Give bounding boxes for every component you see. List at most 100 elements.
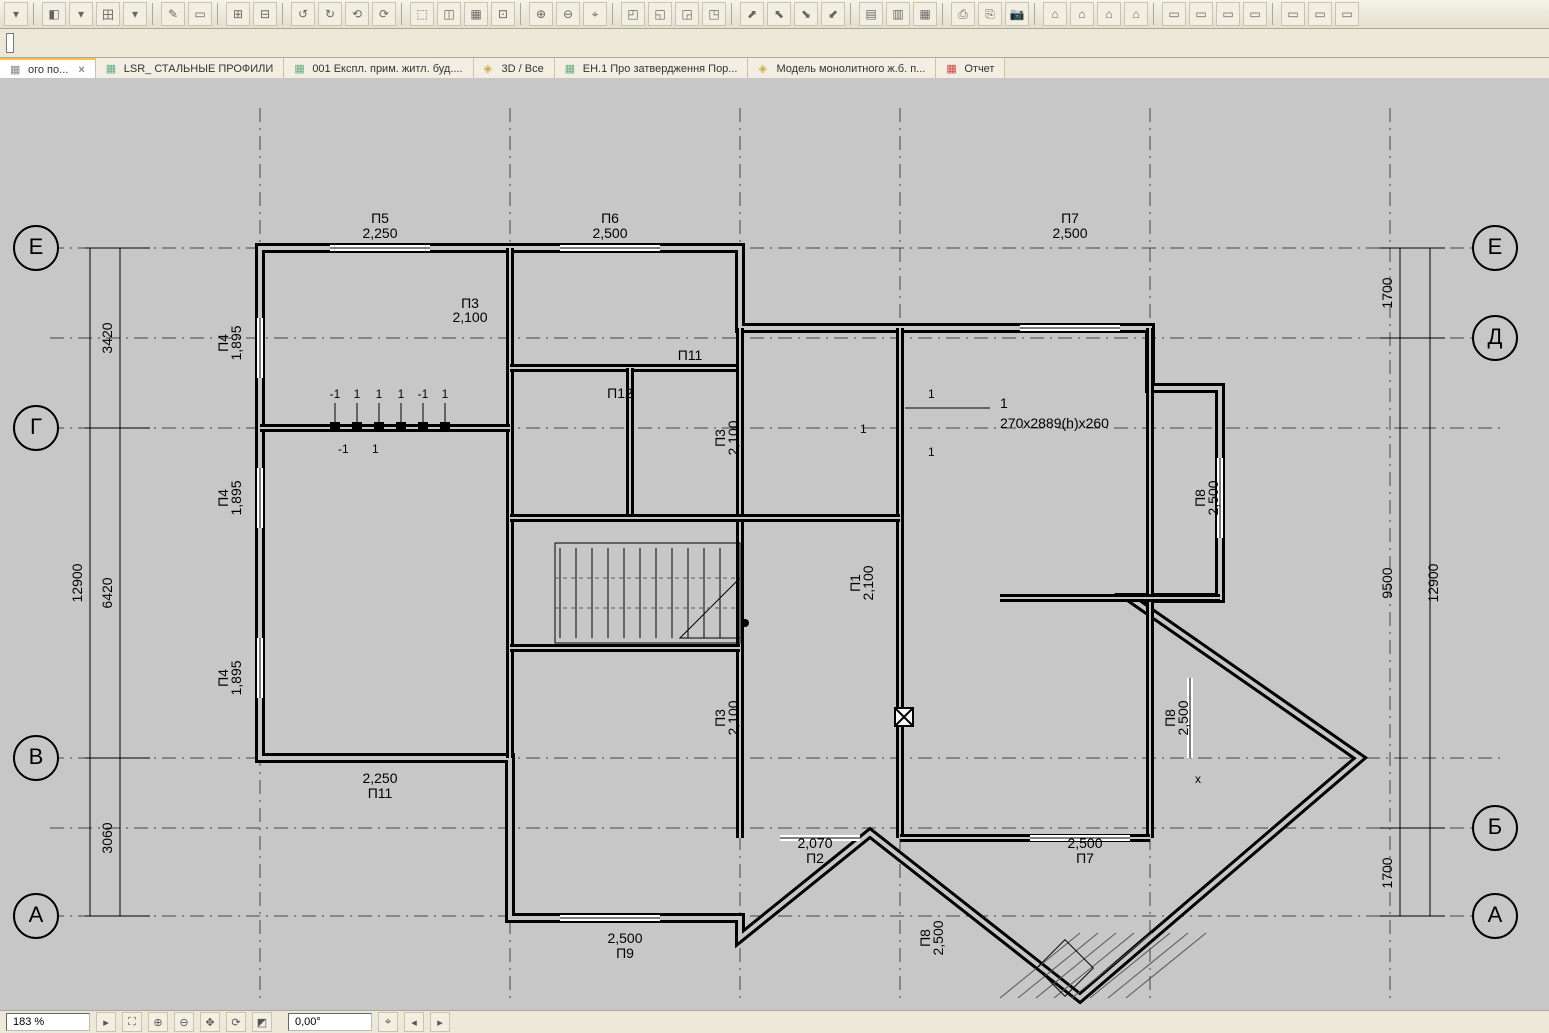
zoom-out-icon[interactable]: ⊖	[174, 1012, 194, 1032]
toolbar-button[interactable]: ▦	[464, 2, 488, 26]
snap-icon[interactable]: ▸	[430, 1012, 450, 1032]
toolbar-button[interactable]: ▭	[1243, 2, 1267, 26]
svg-text:Г: Г	[30, 414, 42, 439]
svg-text:2,500: 2,500	[1175, 700, 1191, 735]
toolbar-button[interactable]: ▭	[1162, 2, 1186, 26]
command-input[interactable]	[6, 33, 14, 53]
toolbar-button[interactable]: ⌂	[1043, 2, 1067, 26]
toolbar-button[interactable]: ⎘	[978, 2, 1002, 26]
svg-text:-1: -1	[418, 387, 429, 401]
toolbar-button[interactable]: ⎙	[951, 2, 975, 26]
document-tab[interactable]: ▦ ого по... ×	[0, 58, 96, 80]
svg-text:2,500: 2,500	[607, 930, 642, 946]
toolbar-button[interactable]: ⬉	[767, 2, 791, 26]
svg-text:1: 1	[372, 442, 379, 456]
svg-text:12900: 12900	[69, 563, 85, 602]
tab-label: ЕН.1 Про затвердження Пор...	[583, 63, 738, 75]
toolbar-button[interactable]: ◧	[42, 2, 66, 26]
toolbar-button[interactable]: ⌂	[1070, 2, 1094, 26]
document-tab[interactable]: ◈3D / Все	[474, 58, 555, 80]
tab-label: LSR_ СТАЛЬНЫЕ ПРОФИЛИ	[124, 63, 274, 75]
document-tab[interactable]: ▦LSR_ СТАЛЬНЫЕ ПРОФИЛИ	[96, 58, 285, 80]
svg-text:1,895: 1,895	[228, 660, 244, 695]
document-tab[interactable]: ▦Отчет	[936, 58, 1005, 80]
toolbar-button[interactable]: ◲	[675, 2, 699, 26]
tab-label: Отчет	[964, 63, 994, 75]
svg-text:3420: 3420	[99, 322, 115, 353]
toolbar-button[interactable]: ⌖	[583, 2, 607, 26]
view-icon[interactable]: ◩	[252, 1012, 272, 1032]
toolbar-button[interactable]: ▭	[1281, 2, 1305, 26]
toolbar-button[interactable]: ▾	[69, 2, 93, 26]
toolbar-button[interactable]: ⟳	[372, 2, 396, 26]
drawing-canvas[interactable]: ЕГВАЕДБА12900342064203060129001700950017…	[0, 78, 1549, 1011]
document-tab[interactable]: ◈Модель монолитного ж.б. п...	[748, 58, 936, 80]
orbit-icon[interactable]: ⟳	[226, 1012, 246, 1032]
svg-text:2,500: 2,500	[1052, 225, 1087, 241]
document-tab[interactable]: ▦ 001 Експл. прим. житл. буд....	[284, 58, 473, 80]
svg-text:2,070: 2,070	[797, 835, 832, 851]
toolbar-button[interactable]: 📷	[1005, 2, 1029, 26]
tab-label: ого по...	[28, 64, 68, 76]
tab-label: Модель монолитного ж.б. п...	[776, 63, 925, 75]
svg-text:3060: 3060	[99, 822, 115, 853]
toolbar-button[interactable]: ⬊	[794, 2, 818, 26]
toolbar-button[interactable]: ▤	[859, 2, 883, 26]
svg-text:П6: П6	[601, 210, 619, 226]
svg-text:1700: 1700	[1379, 277, 1395, 308]
toolbar-button[interactable]: ▭	[188, 2, 212, 26]
svg-text:-1: -1	[338, 442, 349, 456]
toolbar-button[interactable]: ▭	[1308, 2, 1332, 26]
zoom-in-icon[interactable]: ⊕	[148, 1012, 168, 1032]
toolbar-button[interactable]: ⊟	[253, 2, 277, 26]
tab-icon: ◈	[484, 62, 498, 76]
toolbar-button[interactable]: ◳	[702, 2, 726, 26]
svg-text:2,250: 2,250	[362, 770, 397, 786]
toolbar-button[interactable]: ▭	[1216, 2, 1240, 26]
toolbar-button[interactable]: ◱	[648, 2, 672, 26]
toolbar-button[interactable]: ▭	[1335, 2, 1359, 26]
toolbar-button[interactable]: ⊖	[556, 2, 580, 26]
svg-text:1: 1	[398, 387, 405, 401]
toolbar-button[interactable]: ⬈	[740, 2, 764, 26]
toolbar-button[interactable]: ⬋	[821, 2, 845, 26]
toolbar-button[interactable]: ⌂	[1097, 2, 1121, 26]
toolbar-button[interactable]: ▾	[123, 2, 147, 26]
toolbar-button[interactable]: ⊕	[529, 2, 553, 26]
zoom-nav-button[interactable]: ▸	[96, 1012, 116, 1032]
snap-icon[interactable]: ◂	[404, 1012, 424, 1032]
svg-text:2,100: 2,100	[725, 700, 741, 735]
svg-text:2,100: 2,100	[860, 565, 876, 600]
tab-icon: ▦	[10, 63, 24, 77]
toolbar-button[interactable]: ↺	[291, 2, 315, 26]
toolbar-button[interactable]: ▥	[886, 2, 910, 26]
svg-text:Д: Д	[1488, 324, 1503, 349]
svg-text:П7: П7	[1061, 210, 1079, 226]
toolbar-button[interactable]: ◰	[621, 2, 645, 26]
svg-text:9500: 9500	[1379, 567, 1395, 598]
toolbar-button[interactable]: 田	[96, 2, 120, 26]
svg-text:1: 1	[354, 387, 361, 401]
toolbar-button[interactable]: ▦	[913, 2, 937, 26]
tab-label: 001 Експл. прим. житл. буд....	[312, 63, 462, 75]
toolbar-button[interactable]: ⬚	[410, 2, 434, 26]
toolbar-button[interactable]: ◫	[437, 2, 461, 26]
pan-icon[interactable]: ✥	[200, 1012, 220, 1032]
toolbar-button[interactable]: ⊞	[226, 2, 250, 26]
svg-text:2,500: 2,500	[1067, 835, 1102, 851]
svg-text:П2: П2	[806, 850, 824, 866]
tab-icon: ▦	[294, 62, 308, 76]
svg-text:П5: П5	[371, 210, 389, 226]
toolbar-button[interactable]: ✎	[161, 2, 185, 26]
toolbar-button[interactable]: ▾	[4, 2, 28, 26]
document-tab[interactable]: ▦ЕН.1 Про затвердження Пор...	[555, 58, 749, 80]
toolbar-button[interactable]: ⟲	[345, 2, 369, 26]
toolbar-button[interactable]: ▭	[1189, 2, 1213, 26]
toolbar-button[interactable]: ⌂	[1124, 2, 1148, 26]
toolbar-button[interactable]: ⊡	[491, 2, 515, 26]
toolbar-button[interactable]: ↻	[318, 2, 342, 26]
close-icon[interactable]: ×	[78, 64, 84, 76]
zoom-extents-icon[interactable]: ⛶	[122, 1012, 142, 1032]
svg-text:А: А	[29, 902, 44, 927]
snap-icon[interactable]: ⌖	[378, 1012, 398, 1032]
